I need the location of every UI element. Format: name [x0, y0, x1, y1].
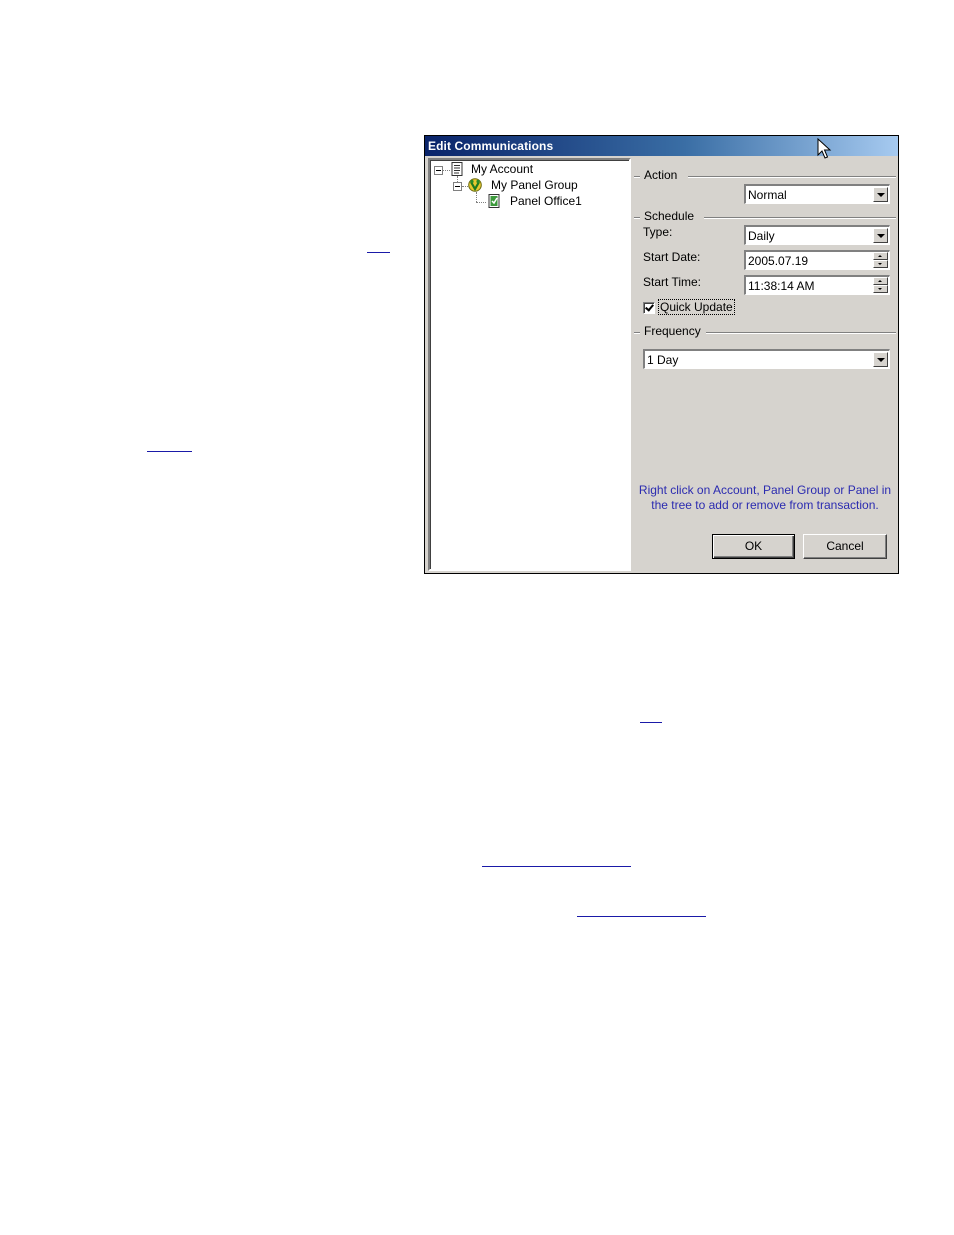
page-underline-5: [577, 916, 706, 917]
group-divider: [704, 217, 896, 219]
settings-panel: Action Normal Schedule Type: Daily Start…: [634, 158, 896, 571]
start-time-label: Start Time:: [643, 275, 702, 289]
action-select[interactable]: Normal: [744, 184, 890, 204]
chevron-down-icon[interactable]: [873, 228, 888, 243]
document-icon: [451, 162, 463, 176]
tree-connector: [443, 170, 450, 172]
spin-up-icon[interactable]: [873, 252, 888, 260]
cancel-button[interactable]: Cancel: [803, 534, 887, 559]
group-divider: [634, 332, 640, 334]
instruction-line-2: the tree to add or remove from transacti…: [651, 498, 879, 512]
start-date-value: 2005.07.19: [748, 254, 809, 268]
tree-item-my-account[interactable]: My Account: [471, 162, 533, 176]
type-select-value: Daily: [748, 229, 775, 243]
action-select-value: Normal: [748, 188, 787, 202]
frequency-select-value: 1 Day: [647, 353, 679, 367]
start-date-picker[interactable]: 2005.07.19: [744, 250, 890, 270]
tree-connector: [476, 192, 478, 202]
mouse-pointer-icon: [817, 138, 832, 159]
tree-connector: [476, 202, 486, 204]
page-underline-1: [367, 252, 390, 253]
group-divider: [706, 332, 896, 334]
frequency-group-label: Frequency: [642, 324, 703, 338]
instruction-text: Right click on Account, Panel Group or P…: [634, 483, 896, 513]
type-label: Type:: [643, 225, 673, 239]
instruction-line-1: Right click on Account, Panel Group or P…: [638, 483, 892, 497]
spin-up-icon[interactable]: [873, 277, 888, 285]
group-divider: [688, 176, 896, 178]
quick-update-label[interactable]: Quick Update: [658, 299, 735, 315]
dialog-title: Edit Communications: [428, 139, 554, 153]
action-group-label: Action: [642, 168, 680, 182]
panel-group-icon: [468, 178, 482, 192]
chevron-down-icon[interactable]: [873, 187, 888, 202]
tree-item-panel-office1[interactable]: Panel Office1: [510, 194, 582, 208]
type-select[interactable]: Daily: [744, 225, 890, 245]
spin-down-icon[interactable]: [873, 260, 888, 268]
collapse-toggle-account[interactable]: [434, 166, 443, 175]
panel-icon: [488, 194, 500, 208]
collapse-toggle-panel-group[interactable]: [453, 182, 462, 191]
page-underline-3: [640, 722, 662, 723]
start-time-picker[interactable]: 11:38:14 AM: [744, 275, 890, 295]
group-divider: [634, 176, 640, 178]
group-divider: [634, 217, 640, 219]
start-time-value: 11:38:14 AM: [748, 279, 815, 293]
quick-update-checkbox[interactable]: [643, 302, 655, 314]
chevron-down-icon[interactable]: [873, 352, 888, 367]
page-underline-2: [147, 451, 192, 452]
frequency-select[interactable]: 1 Day: [643, 349, 890, 369]
account-tree[interactable]: My Account My Panel Group Panel Office1: [428, 158, 631, 571]
page-underline-4: [482, 866, 631, 867]
edit-communications-dialog: Edit Communications My Account My Panel …: [424, 135, 899, 574]
tree-item-my-panel-group[interactable]: My Panel Group: [491, 178, 578, 192]
start-date-label: Start Date:: [643, 250, 701, 264]
ok-button[interactable]: OK: [712, 534, 795, 559]
spin-down-icon[interactable]: [873, 285, 888, 293]
schedule-group-label: Schedule: [642, 209, 697, 223]
